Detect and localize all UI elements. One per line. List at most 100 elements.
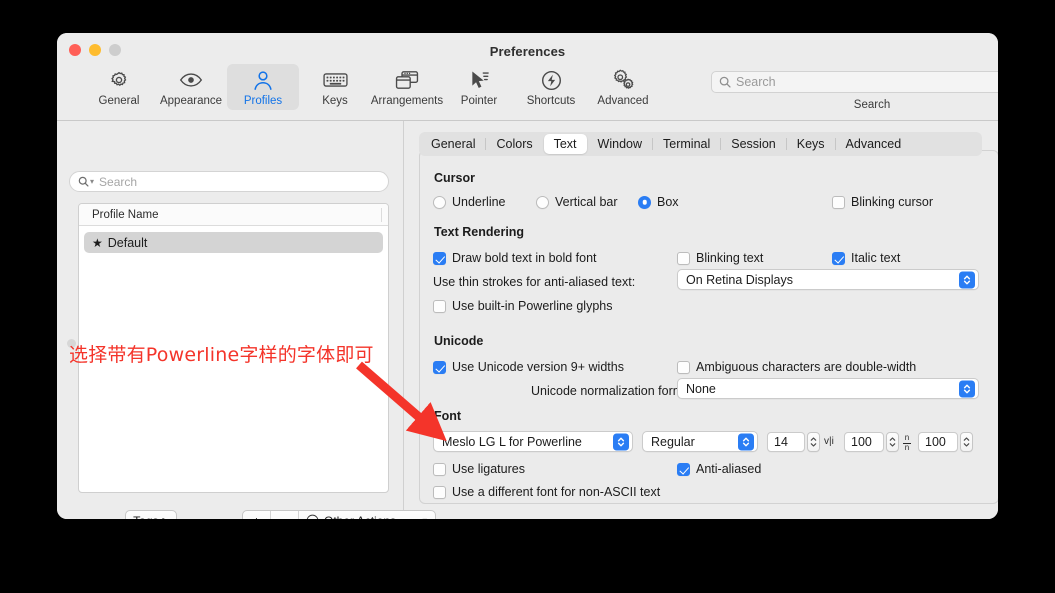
cursor-icon <box>469 68 490 92</box>
toolbar-item-appearance[interactable]: Appearance <box>155 64 227 110</box>
toolbar-item-arrangements[interactable]: Arrangements <box>371 64 443 110</box>
toolbar-item-general[interactable]: General <box>83 64 155 110</box>
frac-denominator: n <box>904 443 910 453</box>
checkbox-label: Use built-in Powerline glyphs <box>452 299 613 313</box>
search-icon <box>78 176 89 187</box>
search-placeholder: Search <box>736 75 776 89</box>
horizontal-spacing-icon: v|i <box>824 436 834 447</box>
checkbox-label: Use a different font for non-ASCII text <box>452 485 661 499</box>
window-title: Preferences <box>489 44 566 59</box>
toolbar-item-keys[interactable]: Keys <box>299 64 371 110</box>
tab-keys[interactable]: Keys <box>787 134 835 154</box>
vertical-spacing-icon: n n <box>903 433 911 453</box>
search-caption: Search <box>853 99 891 111</box>
toolbar-item-profiles[interactable]: Profiles <box>227 64 299 110</box>
remove-profile-button[interactable]: − <box>271 511 299 519</box>
frac-numerator: n <box>904 433 910 442</box>
checkbox-indicator <box>433 299 446 313</box>
checkbox-anti-aliased[interactable]: Anti-aliased <box>677 462 761 476</box>
annotation-text: 选择带有Powerline字样的字体即可 <box>69 344 374 366</box>
chevron-down-icon: ▾ <box>422 515 427 519</box>
toolbar-item-shortcuts[interactable]: Shortcuts <box>515 64 587 110</box>
profile-actions-group: + − Other Actions... ▾ <box>242 510 436 519</box>
toolbar-items: General Appearance Profiles Keys Arrange… <box>83 64 659 110</box>
tab-text[interactable]: Text <box>543 134 587 154</box>
tab-advanced[interactable]: Advanced <box>836 134 912 154</box>
horizontal-spacing-value: 100 <box>851 435 872 449</box>
horizontal-spacing-input[interactable]: 100 <box>844 432 884 452</box>
tab-session[interactable]: Session <box>721 134 785 154</box>
tab-colors[interactable]: Colors <box>486 134 542 154</box>
chevron-down-icon[interactable]: ▾ <box>90 177 94 186</box>
label-unicode-normalization: Unicode normalization form: <box>531 384 687 398</box>
toolbar-item-advanced[interactable]: Advanced <box>587 64 659 110</box>
checkbox-indicator <box>832 251 845 265</box>
radio-vertical-bar[interactable]: Vertical bar <box>536 195 618 209</box>
group-title-font: Font <box>434 409 462 423</box>
font-size-value: 14 <box>774 435 788 449</box>
checkbox-indicator <box>433 360 446 374</box>
checkbox-non-ascii-font[interactable]: Use a different font for non-ASCII text <box>433 485 660 499</box>
add-profile-button[interactable]: + <box>243 511 271 519</box>
toolbar-item-label: Advanced <box>597 95 649 107</box>
checkbox-italic-text[interactable]: Italic text <box>832 251 900 265</box>
font-size-input[interactable]: 14 <box>767 432 805 452</box>
vertical-spacing-stepper[interactable] <box>960 432 973 452</box>
font-weight-dropdown[interactable]: Regular <box>642 431 758 452</box>
tab-terminal[interactable]: Terminal <box>653 134 720 154</box>
thin-strokes-dropdown[interactable]: On Retina Displays <box>677 269 979 290</box>
search-input[interactable]: Search <box>711 71 998 93</box>
checkbox-draw-bold-text[interactable]: Draw bold text in bold font <box>433 251 597 265</box>
checkbox-blinking-text[interactable]: Blinking text <box>677 251 763 265</box>
horizontal-spacing-stepper[interactable] <box>886 432 899 452</box>
font-size-stepper[interactable] <box>807 432 820 452</box>
tab-general[interactable]: General <box>421 134 485 154</box>
profiles-sidebar: ▾ Search Profile Name ★ Default <box>57 121 403 519</box>
person-icon <box>253 68 273 92</box>
vertical-spacing-value: 100 <box>925 435 946 449</box>
group-title-text-rendering: Text Rendering <box>434 225 525 239</box>
checkbox-label: Ambiguous characters are double-width <box>696 360 917 374</box>
content-area: Cursor Underline Vertical bar Box Blinki… <box>403 121 998 519</box>
toolbar-search-group: Search Search <box>711 71 998 111</box>
checkbox-label: Use Unicode version 9+ widths <box>452 360 624 374</box>
font-family-dropdown[interactable]: Meslo LG L for Powerline <box>433 431 633 452</box>
toolbar-item-label: Pointer <box>460 95 498 107</box>
settings-panel: Cursor Underline Vertical bar Box Blinki… <box>419 150 998 504</box>
radio-indicator <box>638 195 651 209</box>
checkbox-use-ligatures[interactable]: Use ligatures <box>433 462 525 476</box>
settings-panel-inner: Cursor Underline Vertical bar Box Blinki… <box>420 151 998 505</box>
vertical-spacing-input[interactable]: 100 <box>918 432 958 452</box>
unicode-normalization-dropdown[interactable]: None <box>677 378 979 399</box>
table-row[interactable]: ★ Default <box>84 232 383 253</box>
profile-search-input[interactable]: ▾ Search <box>69 171 389 192</box>
checkbox-blinking-cursor[interactable]: Blinking cursor <box>832 195 933 209</box>
search-icon <box>719 76 731 88</box>
checkbox-label: Anti-aliased <box>696 462 762 476</box>
keyboard-icon <box>322 68 348 92</box>
tab-window[interactable]: Window <box>588 134 652 154</box>
star-icon: ★ <box>92 235 103 250</box>
toolbar-item-label: Shortcuts <box>526 95 576 107</box>
radio-indicator <box>433 195 446 209</box>
settings-tabs: General Colors Text Window Terminal Session Ke… <box>419 132 982 156</box>
checkbox-powerline-glyphs[interactable]: Use built-in Powerline glyphs <box>433 299 613 313</box>
unicode-normalization-value: None <box>686 381 716 396</box>
chevron-updown-icon <box>959 380 975 397</box>
checkbox-label: Use ligatures <box>452 462 525 476</box>
bolt-circle-icon <box>541 68 562 92</box>
column-header-profile-name[interactable]: Profile Name <box>92 209 158 221</box>
checkbox-unicode-widths[interactable]: Use Unicode version 9+ widths <box>433 360 624 374</box>
toolbar-item-pointer[interactable]: Pointer <box>443 64 515 110</box>
checkbox-indicator <box>677 360 690 374</box>
checkbox-ambiguous-double-width[interactable]: Ambiguous characters are double-width <box>677 360 916 374</box>
tags-button[interactable]: Tags > <box>125 510 177 519</box>
radio-label: Box <box>657 195 679 209</box>
radio-underline[interactable]: Underline <box>433 195 506 209</box>
other-actions-dropdown[interactable]: Other Actions... ▾ <box>299 511 435 519</box>
toolbar: Preferences General Appearance Profiles … <box>57 33 998 121</box>
chevron-updown-icon <box>613 433 629 450</box>
radio-box[interactable]: Box <box>638 195 679 209</box>
radio-label: Underline <box>452 195 506 209</box>
ellipsis-circle-icon <box>306 514 319 519</box>
